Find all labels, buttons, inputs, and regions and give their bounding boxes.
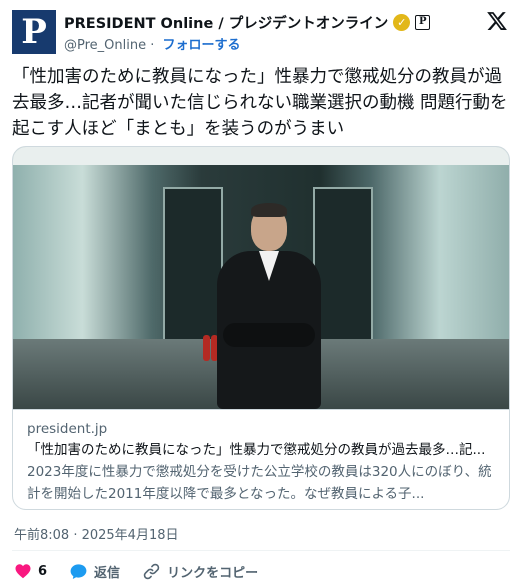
display-name[interactable]: PRESIDENT Online / プレジデントオンライン (64, 12, 388, 33)
handle-separator: · (150, 38, 155, 53)
card-domain: president.jp (27, 421, 108, 437)
avatar[interactable]: P (12, 10, 56, 54)
link-card[interactable]: president.jp 「性加害のために教員になった」性暴力で懲戒処分の教員が… (12, 146, 510, 510)
image-door-left (163, 187, 223, 347)
divider (12, 550, 510, 551)
link-icon (143, 563, 160, 579)
follow-button[interactable]: フォローする (163, 38, 241, 53)
verified-badge-icon: ✓ (393, 14, 411, 31)
handle-row: @Pre_Online · フォローする (64, 34, 241, 53)
card-image[interactable] (13, 147, 509, 409)
timestamp[interactable]: 午前8:08 · 2025年4月18日 (14, 524, 179, 543)
tweet-header: P PRESIDENT Online / プレジデントオンライン ✓ P @Pr… (12, 10, 508, 54)
image-person-hair (251, 203, 287, 217)
image-ceiling (13, 147, 509, 165)
name-row: PRESIDENT Online / プレジデントオンライン ✓ P (64, 12, 431, 33)
copy-link-label: リンクをコピー (167, 565, 259, 581)
image-door-right (313, 187, 373, 347)
card-meta[interactable]: president.jp 「性加害のために教員になった」性暴力で懲戒処分の教員が… (13, 409, 509, 509)
like-count: 6 (38, 563, 48, 579)
image-person-arms (223, 323, 315, 347)
like-button[interactable]: 6 (14, 562, 47, 580)
action-bar: 6 返信 リンクをコピー (14, 560, 258, 582)
tweet-text: 「性加害のために教員になった」性暴力で懲戒処分の教員が過去最多…記者が聞いた信じ… (12, 67, 508, 139)
affiliate-badge-icon[interactable]: P (415, 15, 431, 30)
image-extinguisher (203, 335, 210, 361)
heart-icon (15, 564, 31, 579)
card-title[interactable]: 「性加害のために教員になった」性暴力で懲戒処分の教員が過去最多…記... (27, 439, 498, 461)
card-description: 2023年度に性暴力で懲戒処分を受けた公立学校の教員は320人にのぼり、統計を開… (27, 464, 492, 502)
handle[interactable]: @Pre_Online (64, 38, 146, 53)
x-logo-icon[interactable] (486, 10, 508, 32)
reply-bubble-icon (70, 563, 87, 579)
reply-label: 返信 (94, 565, 121, 581)
reply-button[interactable]: 返信 (69, 562, 120, 581)
copy-link-button[interactable]: リンクをコピー (142, 562, 258, 581)
